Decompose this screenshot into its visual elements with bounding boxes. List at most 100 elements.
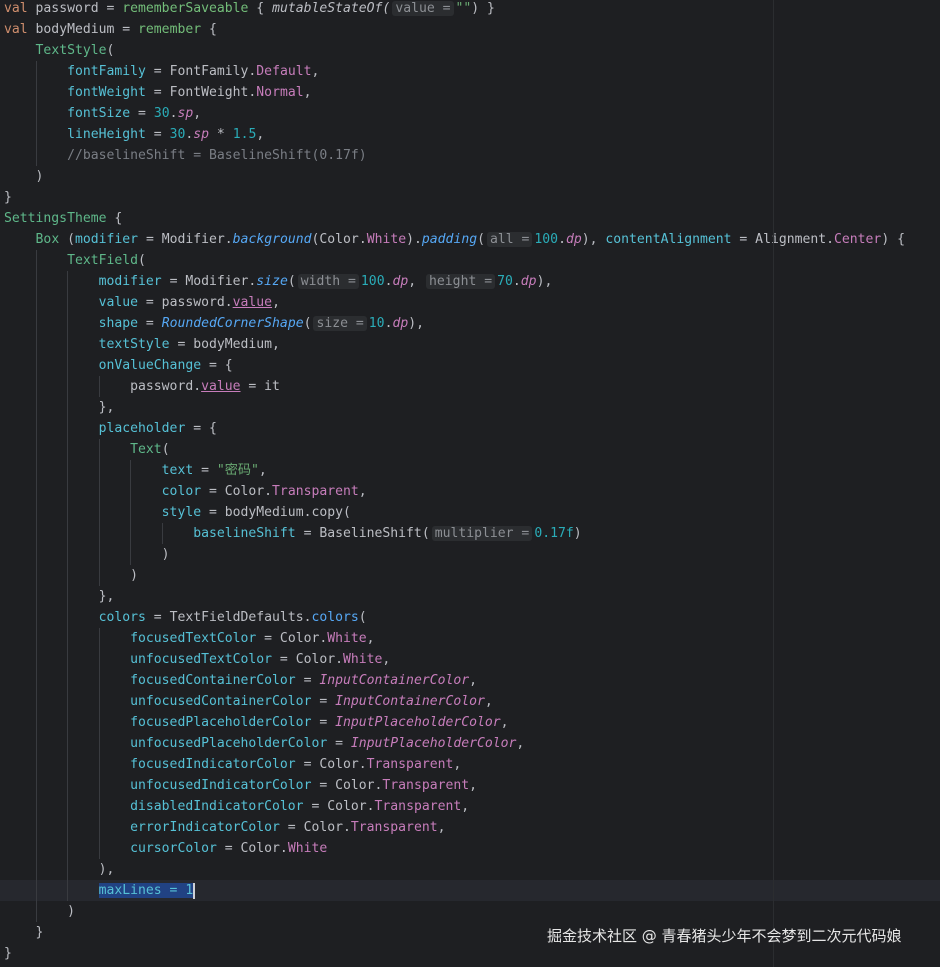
right-margin-guide [773,0,774,967]
indent-guide [35,439,37,460]
code-token: Center [834,232,882,247]
code-line[interactable]: ), [0,859,940,880]
code-token: TextField [67,253,139,268]
code-line[interactable]: focusedIndicatorColor = Color.Transparen… [0,754,940,775]
code-line[interactable]: lineHeight = 30.sp * 1.5, [0,124,940,145]
code-token: White [287,841,328,856]
indent-guide [67,271,69,292]
indent-guide [67,712,69,733]
indent-guide [35,145,37,166]
code-line[interactable]: unfocusedTextColor = Color.White, [0,649,940,670]
code-token: Transparent [382,778,470,793]
code-line[interactable]: cursorColor = Color.White [0,838,940,859]
code-line[interactable]: baselineShift = BaselineShift(multiplier… [0,523,940,544]
code-line[interactable]: } [0,187,940,208]
code-line[interactable]: shape = RoundedCornerShape(size = 10.dp), [0,313,940,334]
code-token: , [437,820,446,835]
code-line[interactable]: fontWeight = FontWeight.Normal, [0,82,940,103]
indent-guide [35,838,37,859]
code-line[interactable]: text = "密码", [0,460,940,481]
code-token: 100 [360,274,385,289]
indent-guide [67,355,69,376]
indent-guide [98,712,100,733]
code-token: , [358,484,367,499]
code-token: val [4,1,28,16]
code-token: = BaselineShift( [295,526,430,541]
code-line[interactable]: unfocusedContainerColor = InputContainer… [0,691,940,712]
code-token: = Color. [201,484,273,499]
code-line[interactable]: focusedTextColor = Color.White, [0,628,940,649]
code-line[interactable]: //baselineShift = BaselineShift(0.17f) [0,145,940,166]
code-line[interactable]: Box (modifier = Modifier.background(Colo… [0,229,940,250]
code-token: rememberSaveable [122,1,249,16]
code-line[interactable]: maxLines = 1 [0,880,940,901]
code-token: }, [98,400,115,415]
code-line[interactable]: fontSize = 30.sp, [0,103,940,124]
code-line[interactable]: focusedPlaceholderColor = InputPlacehold… [0,712,940,733]
code-token: unfocusedPlaceholderColor [130,736,328,751]
code-token: Box [35,232,60,247]
code-token: "密码" [216,463,259,478]
indent-guide [35,796,37,817]
code-line[interactable]: placeholder = { [0,418,940,439]
code-token: padding [421,232,478,247]
indent-guide [67,334,69,355]
code-line[interactable]: modifier = Modifier.size(width = 100.dp, … [0,271,940,292]
indent-guide [67,418,69,439]
code-token: = FontFamily. [145,64,257,79]
code-line[interactable]: ) [0,901,940,922]
code-line[interactable]: }, [0,586,940,607]
code-line[interactable]: colors = TextFieldDefaults.colors( [0,607,940,628]
indent-guide [98,775,100,796]
code-line[interactable]: val password = rememberSaveable { mutabl… [0,0,940,19]
code-line[interactable]: SettingsTheme { [0,208,940,229]
indent-guide [98,523,100,544]
code-line[interactable]: textStyle = bodyMedium, [0,334,940,355]
code-token: ) [161,547,170,562]
indent-guide [98,691,100,712]
indent-guide [67,439,69,460]
code-line[interactable]: onValueChange = { [0,355,940,376]
code-line[interactable]: ) [0,565,940,586]
code-line[interactable]: TextField( [0,250,940,271]
code-line[interactable]: style = bodyMedium.copy( [0,502,940,523]
code-line[interactable]: val bodyMedium = remember { [0,19,940,40]
code-token: = Modifier. [161,274,257,289]
code-line[interactable]: value = password.value, [0,292,940,313]
code-editor[interactable]: val password = rememberSaveable { mutabl… [0,0,940,964]
code-token: password. [130,379,202,394]
code-line[interactable]: unfocusedPlaceholderColor = InputPlaceho… [0,733,940,754]
indent-guide [98,544,100,565]
code-token: value [232,295,273,310]
code-line[interactable]: color = Color.Transparent, [0,481,940,502]
code-token: //baselineShift = BaselineShift(0.17f) [67,148,367,163]
code-line[interactable]: TextStyle( [0,40,940,61]
code-token: "" [455,1,472,16]
code-token: dp [520,274,537,289]
code-line[interactable]: fontFamily = FontFamily.Default, [0,61,940,82]
code-token: RoundedCornerShape [161,316,304,331]
code-token: onValueChange [98,358,202,373]
code-line[interactable]: unfocusedIndicatorColor = Color.Transpar… [0,775,940,796]
code-token: ( [358,610,367,625]
code-line[interactable]: }, [0,397,940,418]
indent-guide [35,355,37,376]
code-token: = password. [138,295,233,310]
code-line[interactable]: disabledIndicatorColor = Color.Transpare… [0,796,940,817]
code-line[interactable]: ) [0,544,940,565]
code-token: sp [193,127,210,142]
code-line[interactable]: focusedContainerColor = InputContainerCo… [0,670,940,691]
code-line[interactable]: Text( [0,439,940,460]
code-token: InputPlaceholderColor [335,715,501,730]
code-token: { [248,1,273,16]
code-line[interactable]: ) [0,166,940,187]
code-token: ( [106,43,115,58]
indent-guide [67,628,69,649]
code-line[interactable]: password.value = it [0,376,940,397]
code-token: ), [408,316,425,331]
code-line[interactable]: errorIndicatorColor = Color.Transparent, [0,817,940,838]
code-token: bodyMedium = [27,22,139,37]
code-line[interactable]: } [0,943,940,964]
code-token: ), [536,274,553,289]
code-token: ( [161,442,170,457]
